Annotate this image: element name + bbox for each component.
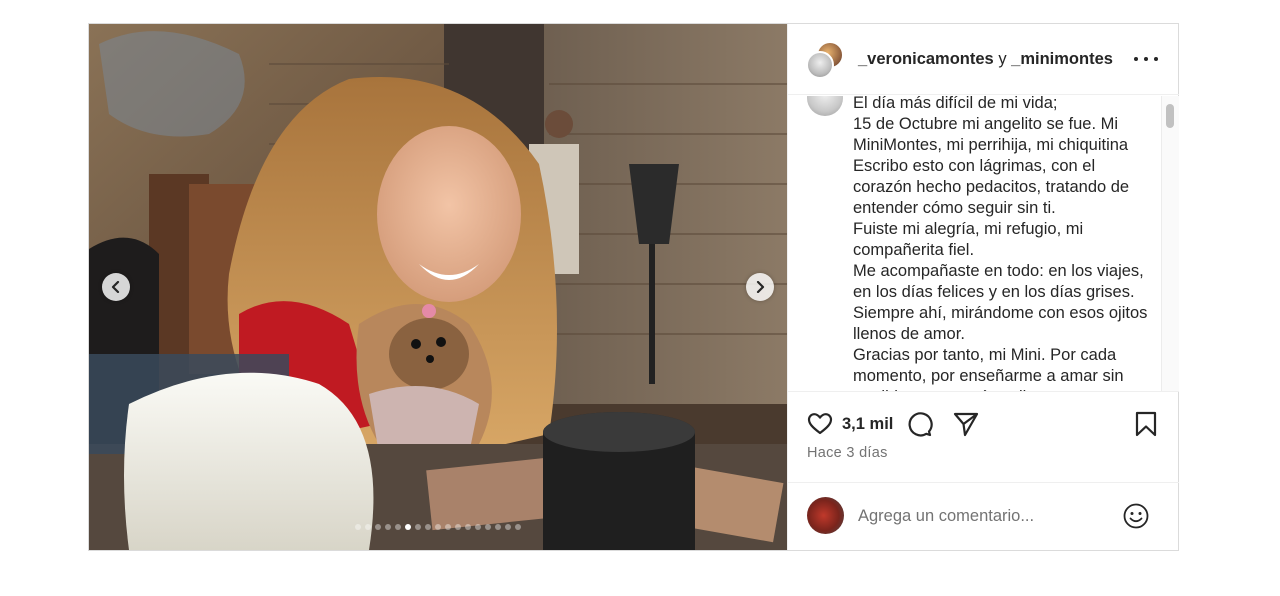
post-media [89, 24, 787, 550]
caption-line: 15 de Octubre mi angelito se fue. Mi Min… [853, 115, 1129, 154]
dot-icon [1144, 57, 1148, 61]
avatar[interactable] [807, 96, 843, 116]
comment-icon[interactable] [905, 410, 933, 438]
carousel-dot [395, 524, 401, 530]
carousel-dot [475, 524, 481, 530]
avatar [806, 51, 834, 79]
post-caption: El día más difícil de mi vida; 15 de Oct… [853, 96, 1153, 391]
comment-bar [788, 482, 1179, 550]
chevron-right-icon [756, 281, 765, 293]
carousel-dot [365, 524, 371, 530]
post-authors: _veronicamontes y _minimontes [858, 50, 1113, 69]
carousel-dot [485, 524, 491, 530]
collab-avatars[interactable] [806, 41, 846, 81]
carousel-dot [355, 524, 361, 530]
bookmark-icon[interactable] [1132, 410, 1160, 438]
emoji-icon[interactable] [1122, 502, 1150, 530]
scrollbar-thumb[interactable] [1166, 104, 1174, 128]
heart-icon[interactable] [806, 410, 834, 438]
author-link[interactable]: _minimontes [1011, 50, 1113, 68]
caption-line: Fuiste mi alegría, mi refugio, mi compañ… [853, 220, 1084, 259]
carousel-dot [425, 524, 431, 530]
carousel-prev-button[interactable] [102, 273, 130, 301]
carousel-indicator [89, 524, 787, 530]
post-photo [89, 24, 787, 550]
carousel-dot [515, 524, 521, 530]
carousel-dot [375, 524, 381, 530]
instagram-post: _veronicamontes y _minimontes El día más… [88, 23, 1179, 551]
dot-icon [1154, 57, 1158, 61]
share-icon[interactable] [952, 410, 980, 438]
post-timestamp[interactable]: Hace 3 días [807, 445, 888, 461]
dot-icon [1134, 57, 1138, 61]
avatar [807, 497, 844, 534]
chevron-left-icon [111, 281, 120, 293]
more-options-button[interactable] [1134, 51, 1158, 67]
caption-line: Escribo esto con lágrimas, con el corazó… [853, 157, 1130, 217]
author-link[interactable]: _veronicamontes [858, 50, 994, 68]
caption-scroll-area[interactable]: El día más difícil de mi vida; 15 de Oct… [788, 96, 1179, 392]
comment-input[interactable] [858, 505, 1108, 527]
post-side-panel: _veronicamontes y _minimontes El día más… [787, 24, 1179, 550]
caption-line: Me acompañaste en todo: en los viajes, e… [853, 262, 1148, 343]
carousel-dot [405, 524, 411, 530]
carousel-dot [495, 524, 501, 530]
carousel-dot [385, 524, 391, 530]
caption-line: El día más difícil de mi vida; [853, 96, 1058, 112]
carousel-dot [435, 524, 441, 530]
post-actions: 3,1 mil [788, 406, 1179, 442]
author-connector: y [993, 50, 1012, 68]
caption-line: Gracias por tanto, mi Mini. Por cada mom… [853, 346, 1124, 391]
post-header: _veronicamontes y _minimontes [788, 24, 1179, 95]
likes-count[interactable]: 3,1 mil [842, 415, 893, 434]
carousel-dot [465, 524, 471, 530]
carousel-dot [505, 524, 511, 530]
carousel-dot [415, 524, 421, 530]
scrollbar[interactable] [1161, 96, 1179, 391]
carousel-dot [455, 524, 461, 530]
carousel-dot [445, 524, 451, 530]
carousel-next-button[interactable] [746, 273, 774, 301]
